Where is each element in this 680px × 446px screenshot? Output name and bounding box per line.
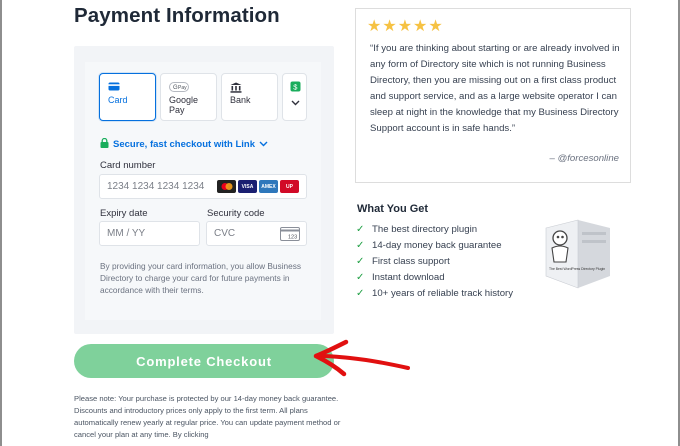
chevron-down-icon [259, 139, 268, 150]
what-you-get-list: ✓ The best directory plugin ✓ 14-day money… [356, 221, 513, 301]
expiry-label: Expiry date [100, 208, 148, 219]
check-icon: ✓ [356, 255, 365, 267]
tab-bank-label: Bank [230, 95, 251, 105]
list-item-label: The best directory plugin [372, 223, 478, 235]
tab-card[interactable]: Card [99, 73, 156, 121]
what-you-get-title: What You Get [357, 203, 429, 215]
list-item: ✓ 14-day money back guarantee [356, 237, 513, 253]
mastercard-icon [217, 180, 236, 193]
card-number-label: Card number [100, 160, 156, 171]
list-item: ✓ Instant download [356, 269, 513, 285]
link-checkout-label: Secure, fast checkout with Link [113, 138, 256, 150]
product-box-image: The Best WordPress Directory Plugin [545, 219, 610, 289]
list-item-label: 14-day money back guarantee [372, 239, 502, 251]
expiry-placeholder: MM / YY [107, 228, 146, 239]
testimonial-author: – @forcesonline [549, 153, 619, 164]
tab-card-label: Card [108, 95, 128, 105]
link-checkout-toggle[interactable]: Secure, fast checkout with Link [100, 137, 268, 151]
red-arrow-annotation [313, 339, 410, 377]
list-item-label: 10+ years of reliable track history [372, 287, 514, 299]
check-icon: ✓ [356, 239, 365, 251]
check-icon: ✓ [356, 271, 365, 283]
testimonial-quote: “If you are thinking about starting or a… [370, 43, 620, 134]
card-icon [108, 82, 120, 93]
amex-icon: AMEX [259, 180, 278, 193]
more-methods-icon: $ [290, 81, 301, 94]
page-title: Payment Information [74, 4, 280, 27]
visa-icon: VISA [238, 180, 257, 193]
list-item-label: First class support [372, 255, 450, 267]
tab-bank[interactable]: Bank [221, 73, 278, 121]
expiry-input[interactable]: MM / YY [99, 221, 200, 246]
card-number-placeholder: 1234 1234 1234 1234 [107, 181, 205, 192]
card-disclaimer: By providing your card information, you … [100, 261, 302, 295]
google-pay-icon: G Pay [169, 82, 189, 94]
svg-text:The Best WordPress Directory P: The Best WordPress Directory Plugin [549, 267, 605, 271]
list-item-label: Instant download [372, 271, 445, 283]
card-brands: VISA AMEX UP [217, 180, 299, 193]
list-item: ✓ 10+ years of reliable track history [356, 285, 513, 301]
chevron-down-icon [291, 98, 300, 108]
rating-stars: ★ ★ ★ ★ ★ [367, 19, 443, 35]
tab-google-pay-label: Google Pay [169, 95, 199, 115]
window-frame-left [0, 0, 2, 446]
check-icon: ✓ [356, 287, 365, 299]
svg-text:Pay: Pay [178, 85, 187, 91]
star-icon: ★ [413, 18, 428, 35]
complete-checkout-button[interactable]: Complete Checkout [74, 344, 334, 378]
bank-icon [230, 82, 242, 95]
star-icon: ★ [367, 18, 382, 35]
tab-more-methods[interactable]: $ [282, 73, 307, 121]
list-item: ✓ The best directory plugin [356, 221, 513, 237]
lock-icon [100, 137, 109, 151]
security-code-input[interactable]: CVC 123 [206, 221, 307, 246]
cvc-card-icon: 123 [280, 227, 300, 244]
cvc-placeholder: CVC [214, 228, 236, 239]
star-icon: ★ [382, 18, 397, 35]
star-icon: ★ [428, 18, 443, 35]
tab-google-pay[interactable]: G Pay Google Pay [160, 73, 217, 121]
security-code-label: Security code [207, 208, 265, 219]
unionpay-icon: UP [280, 180, 299, 193]
star-icon: ★ [397, 18, 413, 35]
svg-text:123: 123 [288, 235, 297, 241]
check-icon: ✓ [356, 223, 365, 235]
purchase-note: Please note: Your purchase is protected … [74, 394, 341, 439]
list-item: ✓ First class support [356, 253, 513, 269]
